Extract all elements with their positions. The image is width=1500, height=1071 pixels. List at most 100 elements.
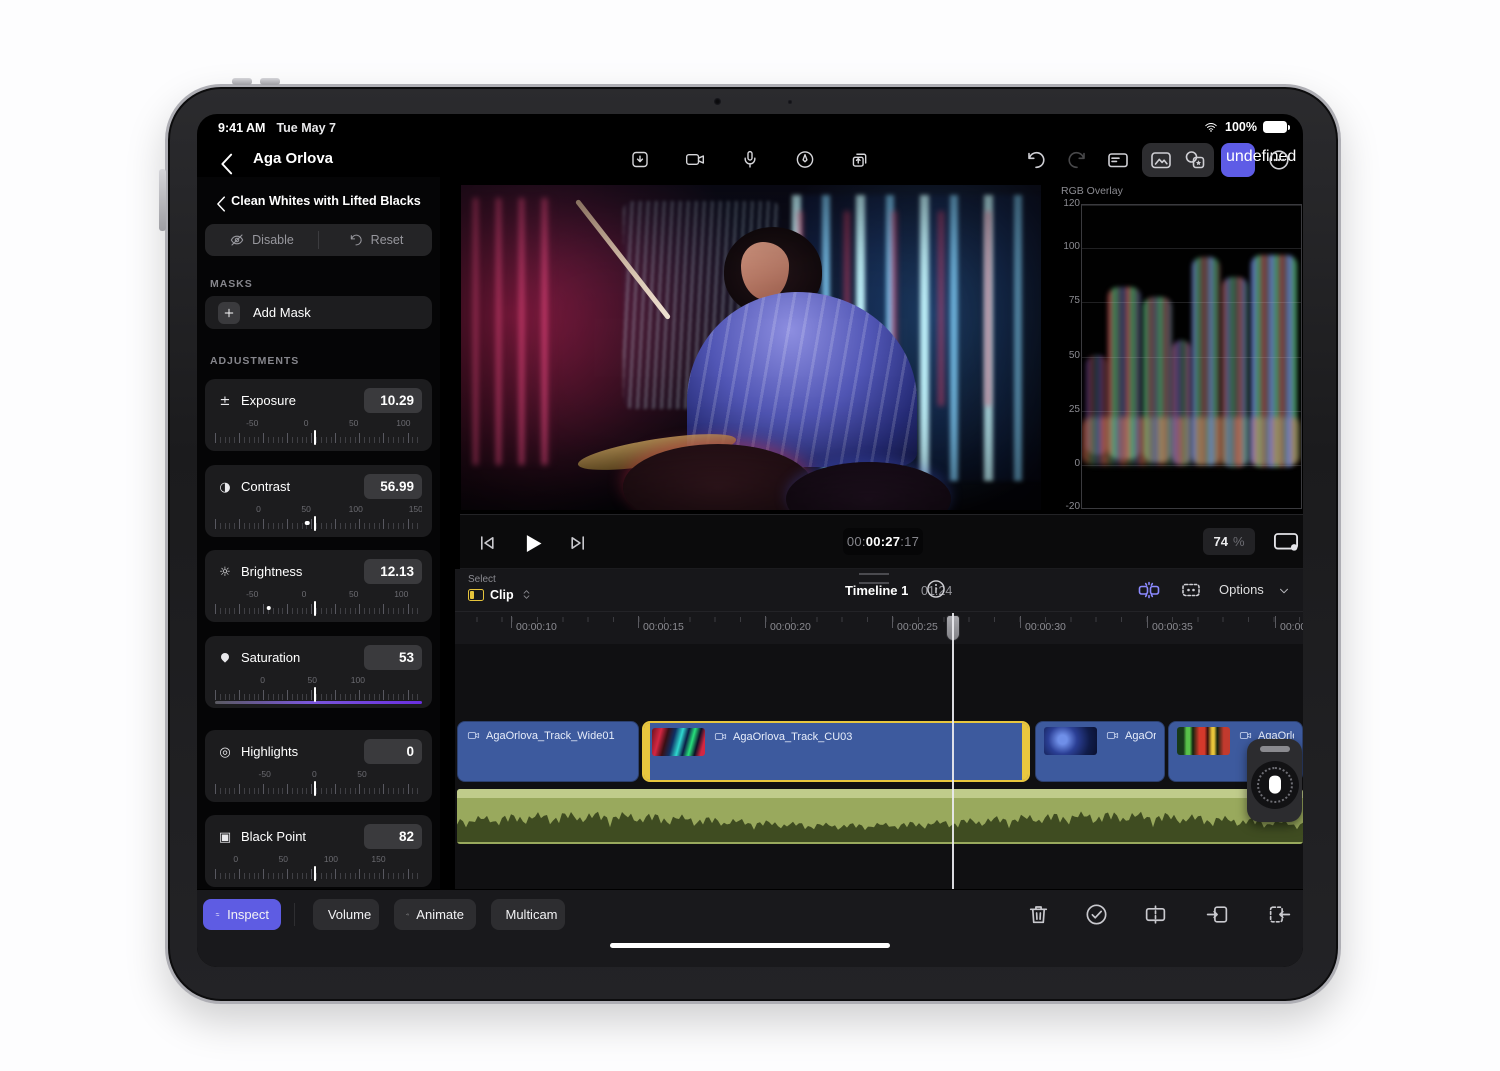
- scope-gridline: [1082, 205, 1301, 206]
- timeline-ruler[interactable]: 00:00:1000:00:1500:00:2000:00:2500:00:30…: [455, 611, 1303, 644]
- step-forward-icon[interactable]: [563, 529, 591, 557]
- camera-icon: [713, 730, 728, 743]
- front-sensor: [788, 100, 792, 104]
- adjustment-value[interactable]: 82: [364, 824, 422, 849]
- timeline: Select Clip Timeline 1 01:24 Options 00:…: [455, 569, 1303, 889]
- more-icon[interactable]: [1262, 143, 1296, 177]
- scope-axis-label: 25: [1058, 404, 1080, 415]
- effects-icon[interactable]: [1178, 143, 1212, 177]
- browser-icon-group: [1142, 143, 1214, 177]
- info-icon[interactable]: [925, 578, 947, 600]
- camera-icon: [466, 729, 481, 742]
- options-button[interactable]: Options: [1219, 582, 1264, 597]
- connect-clip-icon[interactable]: [1179, 578, 1203, 602]
- import-icon[interactable]: [625, 144, 656, 175]
- jog-wheel-widget[interactable]: [1247, 739, 1302, 822]
- scope-gridline: [1082, 465, 1301, 466]
- scope-gridline: [1082, 411, 1301, 412]
- scale-label: 150: [409, 504, 422, 514]
- skimmer-icon[interactable]: [1137, 578, 1161, 602]
- adjustment-card-brightness: ☼Brightness12.13-50050100: [205, 550, 432, 622]
- top-toolbar: Aga Orlova undefined: [197, 140, 1303, 180]
- side-button[interactable]: [159, 169, 166, 231]
- adjustment-slider[interactable]: -50050100: [215, 417, 422, 447]
- ruler-tick: [638, 616, 639, 628]
- media-icon[interactable]: [1144, 143, 1178, 177]
- scale-label: 100: [394, 589, 408, 599]
- button-label: Inspect: [227, 907, 269, 922]
- adjustment-slider[interactable]: 050100150: [215, 503, 422, 533]
- adjustment-slider[interactable]: 050100: [215, 674, 422, 704]
- step-back-icon[interactable]: [474, 529, 502, 557]
- slider-indicator[interactable]: [314, 516, 316, 531]
- volume-up-button[interactable]: [232, 78, 252, 85]
- timeline-clip[interactable]: AgaOrlova_Track_CU03: [642, 721, 1030, 782]
- ruler-label: 00:00:25: [897, 621, 938, 633]
- adjustment-slider[interactable]: -50050: [215, 768, 422, 798]
- adjustment-card-exposure: ±Exposure10.29-50050100: [205, 379, 432, 451]
- playhead[interactable]: [952, 613, 954, 889]
- adjustment-card-saturation: Saturation53050100: [205, 636, 432, 708]
- scale-label: 0: [233, 854, 238, 864]
- ruler-tick: [511, 616, 512, 628]
- zoom-control[interactable]: 74 %: [1203, 528, 1255, 555]
- undo-icon[interactable]: [1019, 143, 1053, 177]
- trash-icon[interactable]: [1026, 902, 1051, 927]
- camera-icon[interactable]: [680, 144, 711, 175]
- mic-icon[interactable]: [735, 144, 766, 175]
- ruler-tick: [1147, 616, 1148, 628]
- share-icon[interactable]: [845, 144, 876, 175]
- clip-name: AgaOrlova_Track_CU03: [733, 731, 852, 743]
- jog-drag-bar[interactable]: [1260, 746, 1290, 752]
- timeline-header: Select Clip Timeline 1 01:24 Options: [455, 569, 1303, 611]
- adjustment-value[interactable]: 12.13: [364, 559, 422, 584]
- captions-icon[interactable]: [1101, 143, 1135, 177]
- timeline-clip[interactable]: AgaOrlova_Track_Wide01: [457, 721, 639, 782]
- timeline-clip[interactable]: AgaOrlov…: [1035, 721, 1165, 782]
- ruler-tick: [892, 616, 893, 628]
- video-scope: RGB Overlay 1201007550250-20: [1055, 185, 1303, 514]
- jog-dial[interactable]: [1251, 761, 1299, 809]
- scale-label: 100: [396, 418, 410, 428]
- external-display-icon[interactable]: [1272, 527, 1300, 555]
- play-button[interactable]: [519, 530, 546, 557]
- slider-indicator[interactable]: [314, 430, 316, 445]
- adjustment-label: Highlights: [241, 744, 364, 759]
- home-indicator[interactable]: [610, 943, 890, 948]
- animate-button[interactable]: Animate: [394, 899, 476, 930]
- insert-clip-icon[interactable]: [1205, 902, 1230, 927]
- ruler-tick: [765, 616, 766, 628]
- inspect-button[interactable]: Inspect: [203, 899, 281, 930]
- scale-label: 100: [351, 675, 365, 685]
- audio-waveform: [457, 808, 1303, 842]
- ruler-label: 00:00:15: [643, 621, 684, 633]
- approve-icon[interactable]: [1084, 902, 1109, 927]
- zoom-unit: %: [1233, 534, 1245, 549]
- adjustment-card-highlights: ◎Highlights0-50050: [205, 730, 432, 802]
- adjustment-value[interactable]: 53: [364, 645, 422, 670]
- slider-indicator[interactable]: [314, 687, 316, 702]
- split-clip-icon[interactable]: [1143, 902, 1168, 927]
- timecode-display[interactable]: 00:00:27:17: [843, 528, 923, 555]
- audio-track[interactable]: [457, 789, 1303, 844]
- adjustment-slider[interactable]: -50050100: [215, 588, 422, 618]
- volume-down-button[interactable]: [260, 78, 280, 85]
- slider-indicator[interactable]: [314, 601, 316, 616]
- adjustment-value[interactable]: 0: [364, 739, 422, 764]
- overwrite-clip-icon[interactable]: [1267, 902, 1292, 927]
- adjustment-value[interactable]: 10.29: [364, 388, 422, 413]
- clip-thumbnail: [1044, 727, 1097, 755]
- jog-wheel-icon[interactable]: undefined: [1221, 143, 1255, 177]
- slider-indicator[interactable]: [314, 781, 316, 796]
- slider-indicator[interactable]: [314, 866, 316, 881]
- select-mode-dropdown[interactable]: Clip: [468, 587, 533, 602]
- multicam-button[interactable]: Multicam: [491, 899, 565, 930]
- adjustment-value[interactable]: 56.99: [364, 474, 422, 499]
- updown-chevrons-icon: [520, 587, 533, 602]
- pencil-icon[interactable]: [790, 144, 821, 175]
- adjustment-slider[interactable]: 050100150: [215, 853, 422, 883]
- chevron-down-icon: [1277, 584, 1291, 598]
- volume-button[interactable]: Volume: [313, 899, 379, 930]
- battery-icon: [1263, 121, 1287, 133]
- timecode-segment: 00:27: [866, 534, 901, 549]
